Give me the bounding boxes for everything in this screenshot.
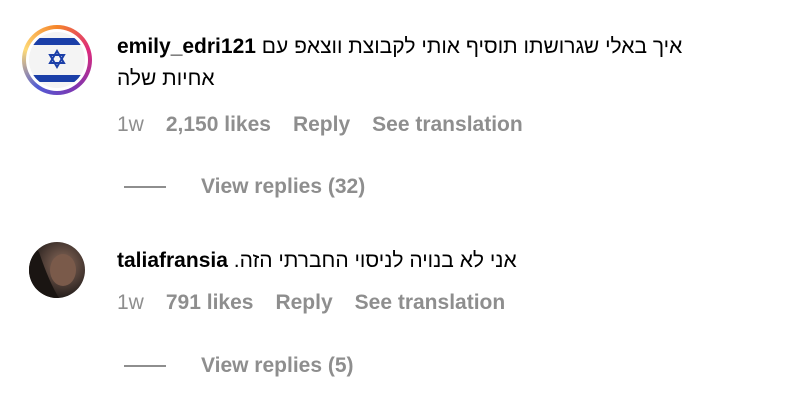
likes-count[interactable]: 791 likes bbox=[166, 291, 254, 315]
comment-text-continued: אחיות שלה bbox=[117, 67, 215, 90]
reply-button[interactable]: Reply bbox=[275, 291, 332, 315]
comment-meta: 1w 791 likes Reply See translation bbox=[117, 291, 527, 315]
profile-photo bbox=[29, 242, 76, 298]
likes-count[interactable]: 2,150 likes bbox=[166, 113, 271, 137]
see-translation-button[interactable]: See translation bbox=[372, 113, 523, 137]
avatar[interactable] bbox=[29, 242, 85, 298]
view-replies-label: View replies (5) bbox=[201, 354, 354, 377]
comment-time: 1w bbox=[117, 291, 144, 314]
view-replies-label: View replies (32) bbox=[201, 175, 366, 198]
comment-time: 1w bbox=[117, 113, 144, 136]
see-translation-button[interactable]: See translation bbox=[355, 291, 506, 315]
view-replies-button[interactable]: View replies (32) bbox=[124, 175, 365, 199]
reply-button[interactable]: Reply bbox=[293, 113, 350, 137]
replies-divider bbox=[124, 186, 166, 188]
comment-username[interactable]: taliafransia bbox=[117, 249, 228, 272]
avatar[interactable] bbox=[22, 25, 92, 95]
israel-flag-icon bbox=[29, 32, 85, 88]
view-replies-button[interactable]: View replies (5) bbox=[124, 354, 354, 378]
replies-divider bbox=[124, 365, 166, 367]
comment-meta: 1w 2,150 likes Reply See translation bbox=[117, 113, 545, 137]
comment-text: איך באלי שגרושתו תוסיף אותי לקבוצת ווצאפ… bbox=[261, 35, 683, 58]
comment-text: אני לא בנויה לניסוי החברתי הזה. bbox=[233, 249, 517, 272]
comment-username[interactable]: emily_edri121 bbox=[117, 35, 256, 58]
